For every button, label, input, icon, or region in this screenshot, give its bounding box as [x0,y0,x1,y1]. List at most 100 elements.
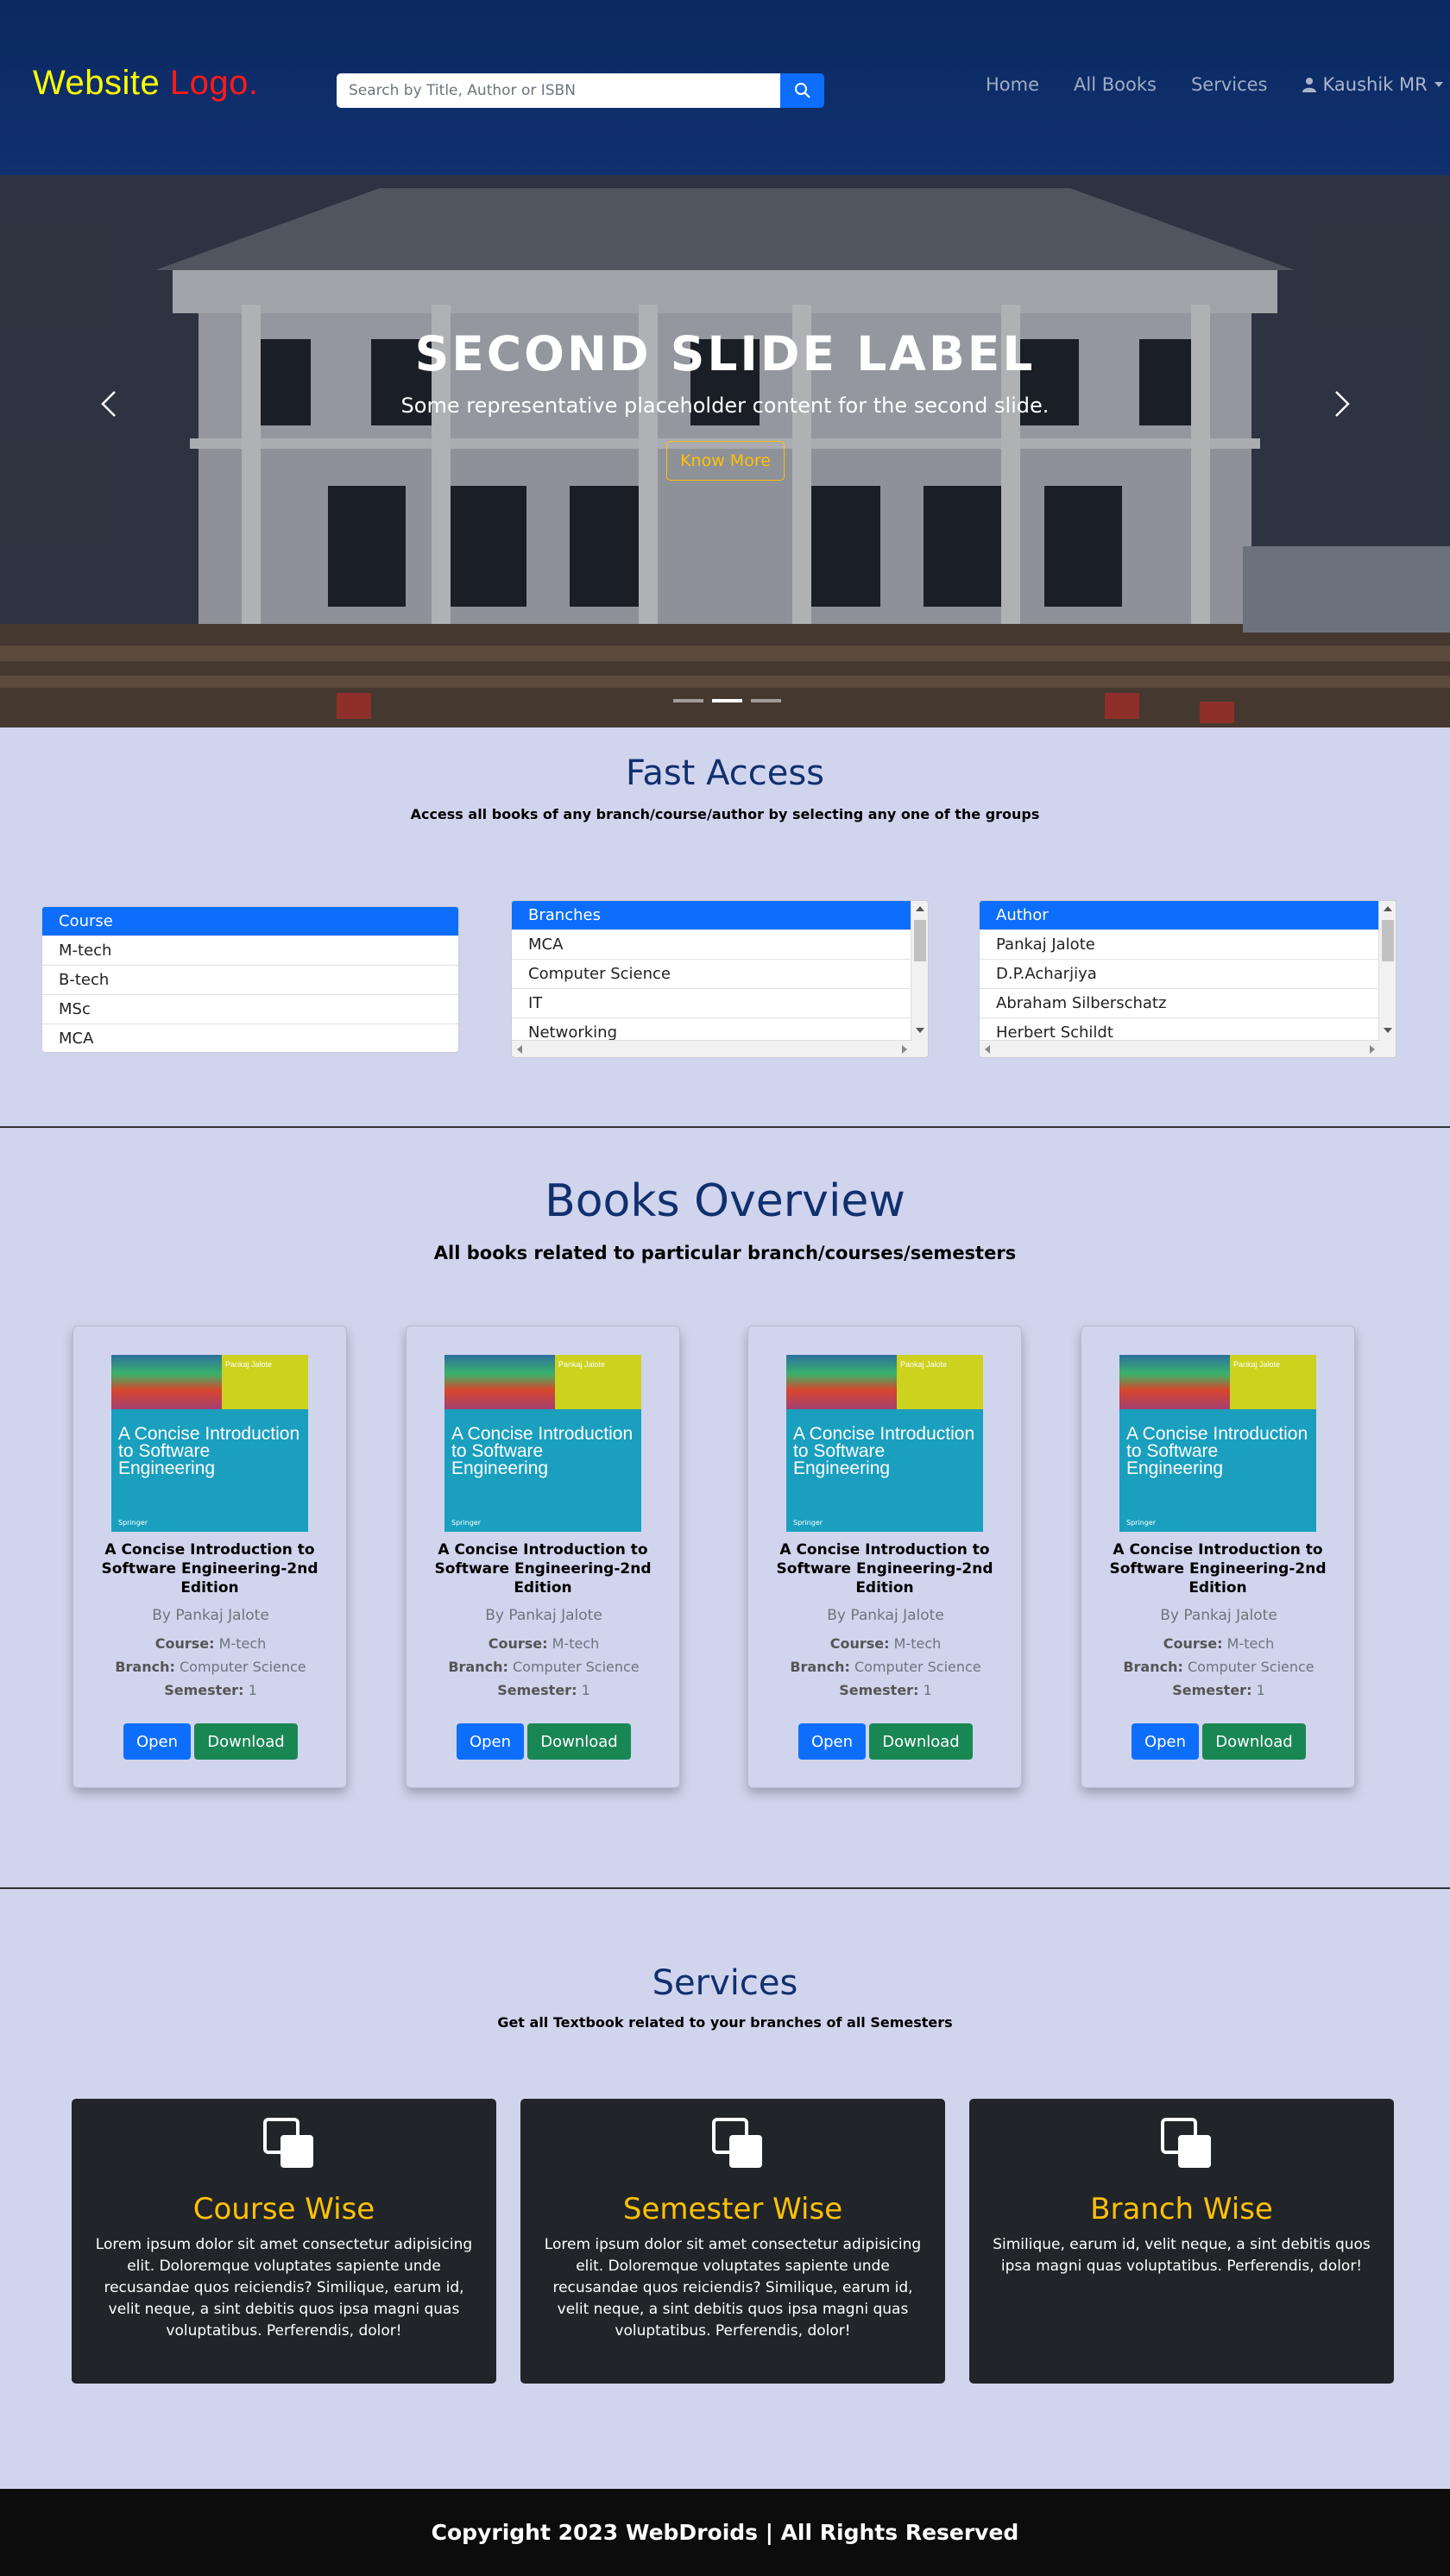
book-title: A Concise Introduction to Software Engin… [434,1541,652,1597]
service-text: Lorem ipsum dolor sit amet consectetur a… [95,2236,473,2340]
book-card: Pankaj Jalote A Concise Introduction to S… [1081,1326,1355,1788]
list-item[interactable]: MCA [42,1024,458,1052]
open-button[interactable]: Open [798,1723,866,1760]
book-cover: Pankaj Jalote A Concise Introduction to S… [1119,1355,1316,1532]
book-course: Course: M-tech [488,1635,600,1652]
book-card: Pankaj Jalote A Concise Introduction to S… [747,1326,1022,1788]
list-item[interactable]: B-tech [42,966,458,995]
nav-services[interactable]: Services [1191,72,1268,97]
list-item[interactable]: D.P.Acharjiya [980,960,1378,989]
list-item[interactable]: M-tech [42,936,458,966]
copy-icon [1161,2118,1211,2168]
nav-all-books[interactable]: All Books [1074,72,1157,97]
chevron-down-icon [1434,82,1443,87]
search-icon [794,83,810,98]
vertical-scrollbar[interactable] [1378,901,1396,1057]
services-title: Services [652,1963,798,2003]
book-author: By Pankaj Jalote [827,1607,944,1624]
carousel-indicator-3[interactable] [751,699,781,702]
book-cover: Pankaj Jalote A Concise Introduction to S… [786,1355,983,1532]
list-item[interactable]: Computer Science [512,960,911,989]
cover-author: Pankaj Jalote [900,1360,948,1369]
search-button[interactable] [780,73,824,108]
carousel-indicator-2[interactable] [712,699,742,702]
book-branch: Branch: Computer Science [790,1659,981,1675]
list-header[interactable]: Author [980,901,1378,930]
cover-publisher: Springer [793,1519,823,1527]
service-card: Course Wise Lorem ipsum dolor sit amet c… [72,2099,496,2384]
book-actions: Open Download [73,1723,348,1760]
book-actions: Open Download [1081,1723,1356,1760]
branches-list[interactable]: Branches MCA Computer Science IT Network… [511,900,929,1058]
books-title: Books Overview [545,1175,905,1227]
user-icon [1302,78,1316,92]
book-semester: Semester: 1 [1172,1682,1265,1698]
service-title: Course Wise [192,2192,375,2226]
horizontal-scrollbar[interactable] [980,1040,1380,1057]
book-author: By Pankaj Jalote [152,1607,269,1624]
open-button[interactable]: Open [123,1723,191,1760]
search-input[interactable] [337,73,780,108]
book-semester: Semester: 1 [164,1682,257,1698]
main-nav: Home All Books Services Kaushik MR [986,72,1443,97]
book-cover: Pankaj Jalote A Concise Introduction to S… [111,1355,308,1532]
list-item[interactable]: MSc [42,995,458,1024]
footer: Copyright 2023 WebDroids | All Rights Re… [0,2489,1450,2576]
book-semester: Semester: 1 [497,1682,590,1698]
book-title: A Concise Introduction to Software Engin… [776,1541,993,1597]
list-item[interactable]: IT [512,989,911,1018]
list-item[interactable]: MCA [512,930,911,960]
list-header[interactable]: Course [42,907,458,936]
nav-home[interactable]: Home [986,72,1039,97]
services-subtitle: Get all Textbook related to your branche… [497,2014,953,2031]
book-course: Course: M-tech [154,1635,267,1652]
copy-icon [712,2118,762,2168]
service-text: Similique, earum id, velit neque, a sint… [993,2236,1371,2275]
logo-text-primary: Website [33,64,161,102]
book-actions: Open Download [407,1723,681,1760]
site-logo[interactable]: Website Logo. [33,64,259,103]
cover-author: Pankaj Jalote [1233,1360,1281,1369]
cover-title: A Concise Introduction to Software Engin… [451,1424,634,1478]
book-course: Course: M-tech [1163,1635,1275,1652]
book-branch: Branch: Computer Science [1123,1659,1314,1675]
horizontal-scrollbar[interactable] [512,1040,912,1057]
book-cover: Pankaj Jalote A Concise Introduction to S… [444,1355,641,1532]
course-list[interactable]: Course M-tech B-tech MSc MCA [41,906,459,1053]
navbar: Website Logo. Home All Books Services Ka… [0,0,1450,175]
open-button[interactable]: Open [1132,1723,1199,1760]
service-card: Branch Wise Similique, earum id, velit n… [969,2099,1394,2384]
search-bar [337,73,824,108]
know-more-button[interactable]: Know More [666,441,785,481]
service-title: Branch Wise [1090,2192,1273,2226]
cover-author: Pankaj Jalote [225,1360,273,1369]
service-card: Semester Wise Lorem ipsum dolor sit amet… [520,2099,945,2384]
user-menu[interactable]: Kaushik MR [1302,72,1443,97]
book-title: A Concise Introduction to Software Engin… [1109,1541,1327,1597]
list-item[interactable]: Abraham Silberschatz [980,989,1378,1018]
book-semester: Semester: 1 [839,1682,932,1698]
download-button[interactable]: Download [1202,1723,1306,1760]
carousel-indicators [673,699,781,702]
open-button[interactable]: Open [457,1723,524,1760]
hero-carousel: Second slide label Some representative p… [0,175,1450,727]
vertical-scrollbar[interactable] [911,901,928,1057]
fast-access-subtitle: Access all books of any branch/course/au… [410,806,1040,822]
carousel-indicator-1[interactable] [673,699,703,702]
download-button[interactable]: Download [869,1723,973,1760]
cover-author: Pankaj Jalote [558,1360,606,1369]
list-item[interactable]: Pankaj Jalote [980,930,1378,960]
download-button[interactable]: Download [194,1723,298,1760]
download-button[interactable]: Download [527,1723,631,1760]
book-author: By Pankaj Jalote [1160,1607,1277,1624]
book-card: Pankaj Jalote A Concise Introduction to S… [72,1326,347,1788]
service-title: Semester Wise [622,2192,843,2226]
book-title: A Concise Introduction to Software Engin… [101,1541,318,1597]
service-text: Lorem ipsum dolor sit amet consectetur a… [544,2236,922,2340]
author-list[interactable]: Author Pankaj Jalote D.P.Acharjiya Abrah… [979,900,1396,1058]
divider [0,1887,1450,1889]
list-header[interactable]: Branches [512,901,911,930]
book-course: Course: M-tech [829,1635,942,1652]
cover-title: A Concise Introduction to Software Engin… [1126,1424,1308,1478]
cover-title: A Concise Introduction to Software Engin… [793,1424,975,1478]
